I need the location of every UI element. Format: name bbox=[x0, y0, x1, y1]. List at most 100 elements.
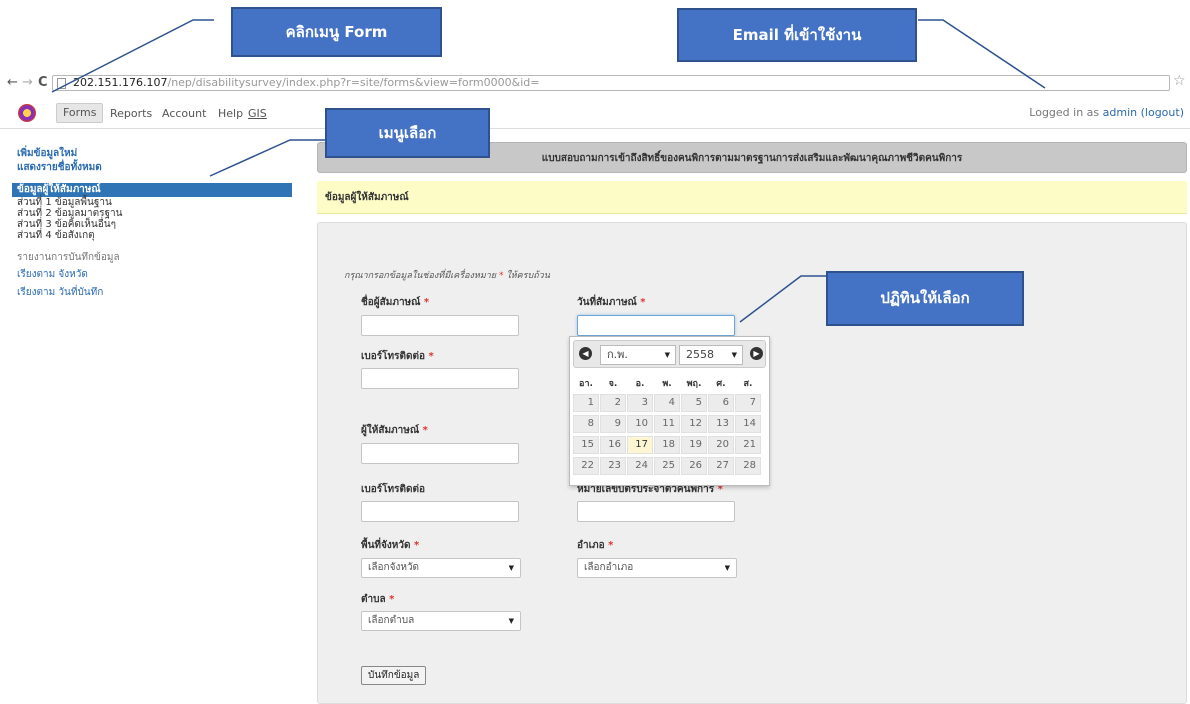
year-select-value: 2558 bbox=[686, 348, 714, 361]
label-interview-date-text: วันที่สัมภาษณ์ bbox=[577, 297, 637, 308]
month-select[interactable]: ก.พ. ▼ bbox=[600, 345, 676, 365]
label-phone2: เบอร์โทรติดต่อ bbox=[361, 482, 425, 497]
calendar-day[interactable]: 28 bbox=[735, 457, 761, 475]
label-interviewer-text: ชื่อผู้สัมภาษณ์ bbox=[361, 297, 421, 308]
sidebar-show-all[interactable]: แสดงรายชื่อทั้งหมด bbox=[12, 161, 292, 175]
calendar-day[interactable]: 14 bbox=[735, 415, 761, 433]
calendar-day[interactable]: 26 bbox=[681, 457, 707, 475]
subdistrict-select-value: เลือกตำบล bbox=[368, 615, 415, 626]
nav-forms[interactable]: Forms bbox=[56, 103, 104, 123]
sidebar-item-interviewee[interactable]: ข้อมูลผู้ให้สัมภาษณ์ bbox=[12, 183, 292, 197]
select-caret-icon: ▼ bbox=[724, 564, 730, 572]
sidebar-report-heading: รายงานการบันทึกข้อมูล bbox=[17, 252, 120, 263]
calendar-day[interactable]: 5 bbox=[681, 394, 707, 412]
subdistrict-select[interactable]: เลือกตำบล ▼ bbox=[361, 611, 521, 631]
calendar-day[interactable]: 8 bbox=[573, 415, 599, 433]
weekday-label: อา. bbox=[579, 379, 593, 389]
required-mark: * bbox=[604, 540, 614, 551]
calendar-day[interactable]: 25 bbox=[654, 457, 680, 475]
callout-email: Email ที่เข้าใช้งาน bbox=[677, 8, 917, 62]
calendar-day[interactable]: 4 bbox=[654, 394, 680, 412]
calendar-day[interactable]: 19 bbox=[681, 436, 707, 454]
sidebar-report-province[interactable]: เรียงตาม จังหวัด bbox=[12, 268, 292, 282]
nav-account[interactable]: Account bbox=[158, 105, 210, 123]
sidebar: เพิ่มข้อมูลใหม่ แสดงรายชื่อทั้งหมด ข้อมู… bbox=[12, 147, 292, 300]
weekday-label: พฤ. bbox=[686, 379, 702, 389]
weekday-label: ศ. bbox=[716, 379, 726, 389]
phone1-input[interactable] bbox=[361, 368, 519, 389]
sidebar-section-2[interactable]: ส่วนที่ 2 ข้อมูลมาตรฐาน bbox=[12, 208, 292, 219]
prev-month-icon[interactable]: ◀ bbox=[579, 347, 592, 360]
save-button[interactable]: บันทึกข้อมูล bbox=[361, 666, 427, 685]
required-mark: * bbox=[636, 297, 646, 308]
url-input[interactable]: 202.151.176.107/nep/disabilitysurvey/ind… bbox=[52, 75, 1170, 91]
sidebar-section-3[interactable]: ส่วนที่ 3 ข้อคิดเห็นอื่นๆ bbox=[12, 219, 292, 230]
instruction-required-mark: * bbox=[496, 271, 507, 281]
weekday-label: ส. bbox=[743, 379, 753, 389]
province-select-value: เลือกจังหวัด bbox=[368, 562, 420, 573]
login-info: Logged in as admin (logout) bbox=[1029, 106, 1184, 119]
phone2-input[interactable] bbox=[361, 501, 519, 522]
callout-form-menu: คลิกเมนู Form bbox=[231, 7, 442, 57]
calendar-day[interactable]: 6 bbox=[708, 394, 734, 412]
label-interview-date: วันที่สัมภาษณ์ * bbox=[577, 295, 646, 310]
interviewer-input[interactable] bbox=[361, 315, 519, 336]
calendar-day[interactable]: 22 bbox=[573, 457, 599, 475]
calendar-day[interactable]: 18 bbox=[654, 436, 680, 454]
calendar-day-today[interactable]: 17 bbox=[627, 436, 653, 454]
sidebar-section-4[interactable]: ส่วนที่ 4 ข้อสังเกตุ bbox=[12, 230, 292, 241]
next-month-icon[interactable]: ▶ bbox=[750, 347, 763, 360]
calendar-day[interactable]: 21 bbox=[735, 436, 761, 454]
interviewee-input[interactable] bbox=[361, 443, 519, 464]
calendar-day[interactable]: 24 bbox=[627, 457, 653, 475]
datepicker-header: ◀ ก.พ. ▼ 2558 ▼ ▶ bbox=[573, 340, 766, 368]
disability-id-input[interactable] bbox=[577, 501, 735, 522]
calendar-day[interactable]: 13 bbox=[708, 415, 734, 433]
calendar-day[interactable]: 2 bbox=[600, 394, 626, 412]
province-select[interactable]: เลือกจังหวัด ▼ bbox=[361, 558, 521, 578]
sidebar-add-new[interactable]: เพิ่มข้อมูลใหม่ bbox=[12, 147, 292, 161]
login-prefix: Logged in as bbox=[1029, 106, 1103, 119]
nav-help[interactable]: Help bbox=[214, 105, 247, 123]
page-icon bbox=[57, 78, 66, 89]
nav-gis[interactable]: GIS bbox=[244, 105, 271, 123]
logout-link[interactable]: admin (logout) bbox=[1103, 106, 1184, 119]
label-phone1: เบอร์โทรติดต่อ * bbox=[361, 349, 434, 364]
year-select[interactable]: 2558 ▼ bbox=[679, 345, 743, 365]
calendar-day[interactable]: 15 bbox=[573, 436, 599, 454]
district-select[interactable]: เลือกอำเภอ ▼ bbox=[577, 558, 737, 578]
required-mark: * bbox=[420, 297, 430, 308]
calendar-day[interactable]: 10 bbox=[627, 415, 653, 433]
calendar-day[interactable]: 27 bbox=[708, 457, 734, 475]
label-subdistrict-text: ตำบล bbox=[361, 594, 386, 605]
weekday-label: จ. bbox=[608, 379, 618, 389]
calendar-day[interactable]: 20 bbox=[708, 436, 734, 454]
site-logo[interactable] bbox=[18, 104, 36, 122]
calendar-day[interactable]: 16 bbox=[600, 436, 626, 454]
calendar-day[interactable]: 12 bbox=[681, 415, 707, 433]
weekday-label: อ. bbox=[635, 379, 645, 389]
nav-reports[interactable]: Reports bbox=[106, 105, 156, 123]
calendar-day[interactable]: 23 bbox=[600, 457, 626, 475]
bookmark-star-icon[interactable]: ☆ bbox=[1173, 73, 1186, 89]
select-caret-icon: ▼ bbox=[508, 564, 514, 572]
month-select-value: ก.พ. bbox=[607, 348, 628, 361]
interview-date-input[interactable] bbox=[577, 315, 735, 336]
select-caret-icon: ▼ bbox=[731, 351, 737, 359]
required-mark: * bbox=[410, 540, 420, 551]
reload-icon[interactable]: C bbox=[38, 75, 48, 90]
calendar-day[interactable]: 1 bbox=[573, 394, 599, 412]
top-navigation: Forms Reports Account Help GIS Logged in… bbox=[0, 97, 1190, 129]
forward-icon[interactable]: → bbox=[22, 75, 33, 90]
instruction-text: กรุณากรอกข้อมูลในช่องที่มีเครื่องหมาย bbox=[344, 271, 497, 281]
calendar-day[interactable]: 7 bbox=[735, 394, 761, 412]
calendar-day[interactable]: 3 bbox=[627, 394, 653, 412]
url-host: 202.151.176.107 bbox=[73, 76, 168, 89]
sidebar-report-date[interactable]: เรียงตาม วันที่บันทึก bbox=[12, 286, 292, 300]
calendar-day[interactable]: 9 bbox=[600, 415, 626, 433]
label-interviewee-text: ผู้ให้สัมภาษณ์ bbox=[361, 425, 420, 436]
back-icon[interactable]: ← bbox=[7, 75, 18, 90]
sidebar-section-1[interactable]: ส่วนที่ 1 ข้อมูลพื้นฐาน bbox=[12, 197, 292, 208]
calendar-day[interactable]: 11 bbox=[654, 415, 680, 433]
datepicker-popup: ◀ ก.พ. ▼ 2558 ▼ ▶ อา. จ. อ. พ. พฤ. ศ. ส. 1234567… bbox=[569, 336, 770, 486]
